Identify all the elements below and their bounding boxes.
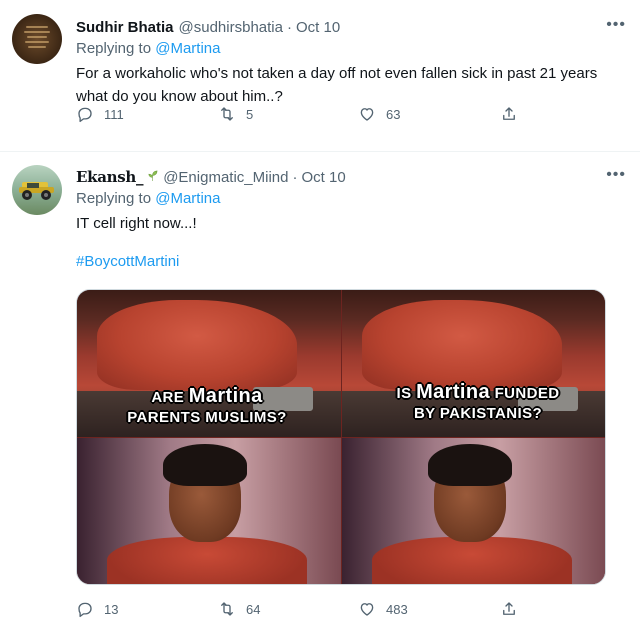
like-count: 63 [386, 106, 401, 122]
reply-icon [78, 602, 92, 618]
avatar[interactable] [12, 165, 62, 215]
replying-to: Replying to @Martina [76, 190, 626, 212]
tweet-content: Sudhir Bhatia @sudhirsbhatia · Oct 10 ••… [76, 16, 626, 108]
meme-panel: ARE Martina PARENTS MUSLIMS? [77, 290, 341, 437]
share-icon [503, 602, 515, 615]
separator: · [286, 18, 292, 36]
author-name[interactable]: Sudhir Bhatia [76, 19, 174, 36]
retweet-count: 64 [246, 601, 261, 617]
tweet-content: Ekansh_ @Enigmatic_Miind · Oct 10 ••• Re… [76, 166, 626, 275]
tweet-actions: 13 64 483 [76, 598, 536, 620]
retweet-button[interactable]: 5 [218, 103, 253, 125]
more-icon[interactable]: ••• [606, 16, 626, 34]
replying-label: Replying to [76, 190, 156, 207]
retweet-button[interactable]: 64 [218, 598, 260, 620]
hashtag-link[interactable]: #BoycottMartini [76, 253, 626, 275]
tweet-date[interactable]: Oct 10 [301, 169, 345, 186]
reply-count: 111 [104, 106, 124, 122]
like-icon [360, 108, 374, 121]
tweet-header: Ekansh_ @Enigmatic_Miind · Oct 10 ••• [76, 166, 626, 188]
tweet-sudhir[interactable]: Sudhir Bhatia @sudhirsbhatia · Oct 10 ••… [0, 0, 640, 152]
reply-button[interactable]: 13 [76, 598, 118, 620]
retweet-count: 5 [246, 106, 254, 122]
avatar[interactable] [12, 14, 62, 64]
meme-image [342, 438, 605, 584]
caption-text: PARENTS MUSLIMS? [127, 409, 287, 426]
replying-to: Replying to @Martina [76, 40, 626, 62]
reply-icon [78, 107, 92, 123]
meme-panel [342, 438, 605, 584]
author-name[interactable]: Ekansh_ [76, 168, 144, 186]
more-icon[interactable]: ••• [606, 166, 626, 184]
tweet-header: Sudhir Bhatia @sudhirsbhatia · Oct 10 ••… [76, 16, 626, 38]
tweet-actions: 111 5 63 [76, 103, 536, 125]
avatar-image [24, 26, 50, 52]
tweet-text: For a workaholic who's not taken a day o… [76, 65, 598, 105]
retweet-icon [221, 602, 233, 616]
author-handle[interactable]: @sudhirsbhatia [179, 19, 283, 36]
tweet-media[interactable]: ARE Martina PARENTS MUSLIMS? IS Martina … [76, 289, 606, 585]
caption-name: Martina [416, 381, 490, 403]
like-count: 483 [386, 601, 408, 617]
separator: · [292, 168, 298, 186]
author-handle[interactable]: @Enigmatic_Miind [163, 169, 288, 186]
reply-button[interactable]: 111 [76, 103, 124, 125]
tweet-date[interactable]: Oct 10 [296, 19, 340, 36]
caption-text: ARE [151, 389, 189, 406]
caption-text: BY PAKISTANIS? [413, 405, 543, 422]
share-icon [503, 107, 515, 120]
mention-link[interactable]: @Martina [155, 190, 220, 207]
caption-text: FUNDED [490, 385, 560, 402]
like-button[interactable]: 483 [358, 598, 408, 620]
caption-name: Martina [188, 385, 263, 407]
plant-emoji-icon [147, 169, 158, 185]
like-button[interactable]: 63 [358, 103, 400, 125]
meme-caption: IS Martina FUNDED BY PAKISTANIS? [346, 381, 605, 424]
tweet-text: IT cell right now...! [76, 215, 197, 232]
meme-image [77, 438, 341, 584]
replying-label: Replying to [76, 40, 156, 57]
retweet-icon [221, 107, 233, 121]
meme-caption: ARE Martina PARENTS MUSLIMS? [77, 386, 339, 428]
tweet-ekansh[interactable]: Ekansh_ @Enigmatic_Miind · Oct 10 ••• Re… [0, 153, 640, 640]
share-button[interactable] [500, 103, 518, 125]
like-icon [360, 603, 374, 616]
share-button[interactable] [500, 598, 518, 620]
reply-count: 13 [104, 601, 119, 617]
meme-panel: IS Martina FUNDED BY PAKISTANIS? [342, 290, 605, 437]
mention-link[interactable]: @Martina [155, 40, 220, 57]
avatar-image [19, 182, 54, 200]
caption-text: IS [396, 385, 417, 402]
meme-panel [77, 438, 341, 584]
